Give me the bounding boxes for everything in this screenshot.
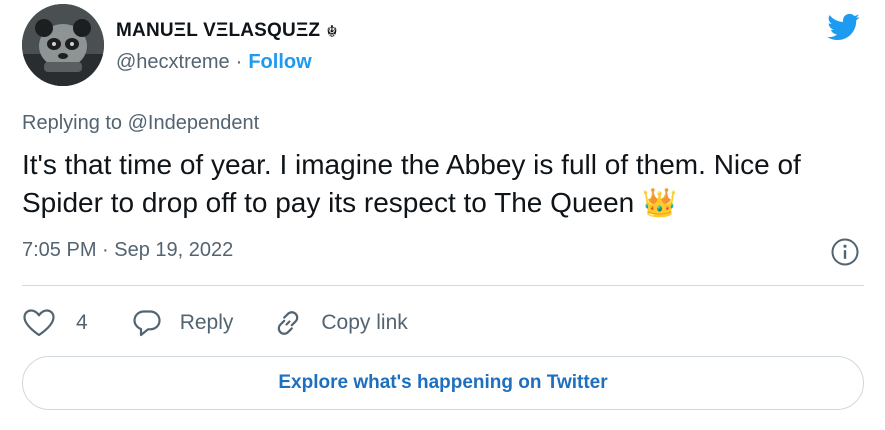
replying-prefix: Replying to	[22, 112, 123, 134]
replying-to: Replying to @Independent	[22, 112, 259, 135]
tweet-body: It's that time of year. I imagine the Ab…	[22, 149, 801, 218]
copy-link-button[interactable]: Copy link	[273, 308, 408, 338]
tweet-text: It's that time of year. I imagine the Ab…	[22, 146, 867, 222]
author-name-emoji: ☬	[326, 21, 338, 41]
author-info: MANUΞL VΞLASQUΞZ ☬ @hecxtreme · Follow	[116, 18, 338, 74]
crown-emoji: 👑	[642, 186, 677, 219]
avatar[interactable]	[22, 4, 104, 86]
author-display-name[interactable]: MANUΞL VΞLASQUΞZ	[116, 20, 320, 42]
twitter-bird-icon[interactable]	[822, 10, 864, 44]
avatar-image	[22, 4, 104, 86]
info-icon[interactable]	[830, 237, 860, 267]
author-handle[interactable]: @hecxtreme	[116, 51, 230, 74]
reply-label: Reply	[179, 311, 234, 334]
heart-icon	[23, 309, 55, 337]
reply-bubble-icon	[133, 310, 161, 337]
follow-button[interactable]: Follow	[248, 51, 311, 74]
like-count: 4	[76, 311, 88, 334]
copy-link-label: Copy link	[321, 311, 408, 334]
link-icon	[278, 311, 299, 335]
explore-button[interactable]: Explore what's happening on Twitter	[22, 356, 864, 410]
reply-button[interactable]: Reply	[132, 308, 234, 338]
separator-dot: ·	[235, 51, 243, 73]
like-button[interactable]: 4	[22, 308, 88, 338]
tweet-timestamp[interactable]: 7:05 PM · Sep 19, 2022	[22, 239, 233, 262]
divider	[22, 285, 864, 286]
tweet-embed: MANUΞL VΞLASQUΞZ ☬ @hecxtreme · Follow R…	[0, 0, 885, 430]
tweet-actions: 4 Reply Copy link	[22, 305, 408, 341]
replying-mention-link[interactable]: @Independent	[128, 112, 260, 134]
